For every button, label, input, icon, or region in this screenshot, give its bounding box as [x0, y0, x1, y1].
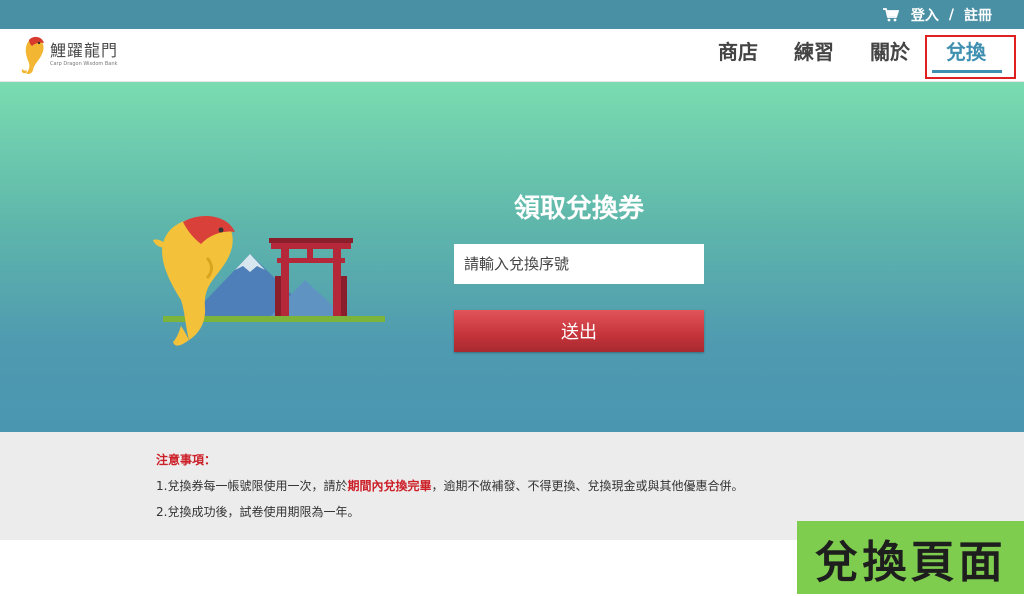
notice-line-1-prefix: 1.兌換券每一帳號限使用一次，請於 [156, 479, 348, 493]
account-separator: / [948, 7, 954, 23]
brand-name: 鯉躍龍門 [50, 41, 119, 60]
notice-line-2: 2.兌換成功後，試卷使用期限為一年。 [156, 505, 360, 519]
account-links: 登入 / 註冊 [882, 5, 992, 25]
nav-item-about[interactable]: 關於 [870, 29, 910, 82]
submit-button[interactable]: 送出 [454, 310, 704, 352]
brand-subtitle: Carp Dragon Wisdom Bank [50, 61, 118, 67]
login-link[interactable]: 登入 [911, 5, 939, 25]
redeem-highlight-box [925, 35, 1016, 79]
notice-line-1-suffix: ，逾期不做補發、不得更換、兌換現金或與其他優惠合併。 [431, 479, 744, 493]
carp-logo-icon [21, 36, 44, 74]
redeem-title: 領取兌換券 [513, 194, 644, 224]
shopping-cart-icon[interactable] [882, 8, 899, 22]
site-logo[interactable]: 鯉躍龍門 Carp Dragon Wisdom Bank [20, 33, 130, 77]
brand-text: 鯉躍龍門 Carp Dragon Wisdom Bank [50, 42, 118, 68]
redeem-hero-section: 領取兌換券 送出 [0, 82, 1024, 432]
nav-item-shop[interactable]: 商店 [718, 29, 758, 82]
redeem-code-input[interactable] [454, 244, 704, 284]
notice-title: 注意事項： [156, 453, 217, 467]
notice-line-1: 1.兌換券每一帳號限使用一次，請於期間內兌換完畢，逾期不做補發、不得更換、兌換現… [156, 477, 743, 494]
nav-item-practice[interactable]: 練習 [794, 29, 834, 82]
notice-line-1-emphasis: 期間內兌換完畢 [347, 479, 432, 493]
carp-torii-illustration [153, 216, 385, 346]
register-link[interactable]: 註冊 [964, 5, 992, 25]
page-caption-label: 兌換頁面 [797, 521, 1024, 594]
top-utility-bar: 登入 / 註冊 [0, 0, 1024, 29]
